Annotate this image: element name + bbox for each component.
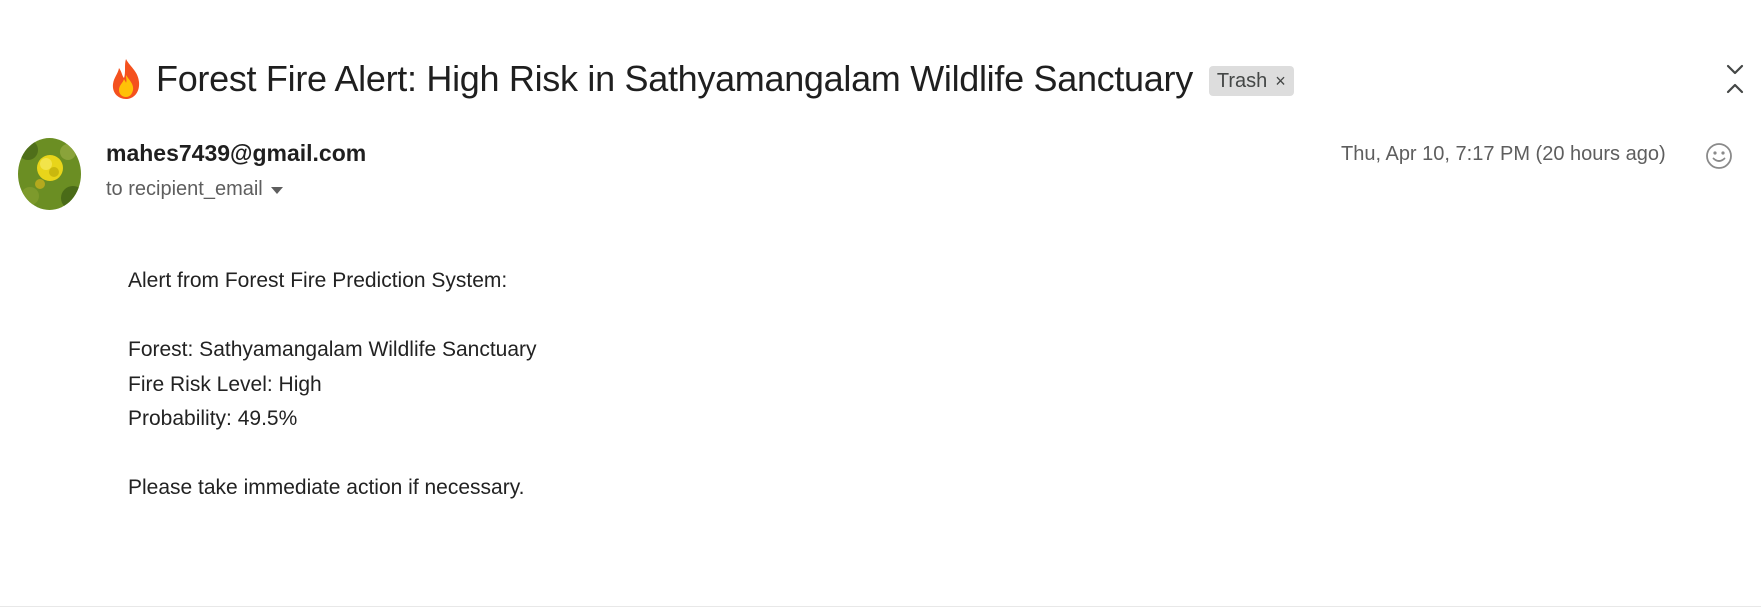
body-spacer — [128, 299, 537, 334]
body-line-intro: Alert from Forest Fire Prediction System… — [128, 269, 508, 292]
sender-avatar[interactable] — [18, 138, 81, 210]
trash-label-chip[interactable]: Trash × — [1208, 66, 1294, 96]
divider — [0, 606, 1761, 607]
body-line-probability: Probability: 49.5% — [128, 407, 298, 430]
email-timestamp: Thu, Apr 10, 7:17 PM (20 hours ago) — [1341, 143, 1666, 165]
body-line-risk-level: Fire Risk Level: High — [128, 372, 322, 396]
body-spacer — [128, 437, 537, 472]
body-line-forest: Forest: Sathyamangalam Wildlife Sanctuar… — [128, 338, 537, 361]
subject-row: Forest Fire Alert: High Risk in Sathyama… — [106, 54, 1294, 104]
email-subject: Forest Fire Alert: High Risk in Sathyama… — [156, 58, 1193, 99]
sender-email[interactable]: mahes7439@gmail.com — [106, 140, 366, 167]
add-reaction-icon[interactable] — [1705, 142, 1733, 170]
expand-collapse-icon[interactable] — [1723, 60, 1747, 98]
email-view: Forest Fire Alert: High Risk in Sathyama… — [0, 0, 1761, 613]
recipient-details-dropdown-icon[interactable] — [270, 187, 283, 194]
recipient-row[interactable]: to recipient_email — [106, 178, 283, 201]
label-chip-text: Trash — [1216, 69, 1268, 92]
fire-icon — [106, 57, 146, 101]
recipient-text: to recipient_email — [106, 178, 263, 200]
body-line-action: Please take immediate action if necessar… — [128, 476, 525, 499]
email-body: Alert from Forest Fire Prediction System… — [128, 264, 537, 506]
remove-label-icon[interactable]: × — [1275, 71, 1286, 92]
